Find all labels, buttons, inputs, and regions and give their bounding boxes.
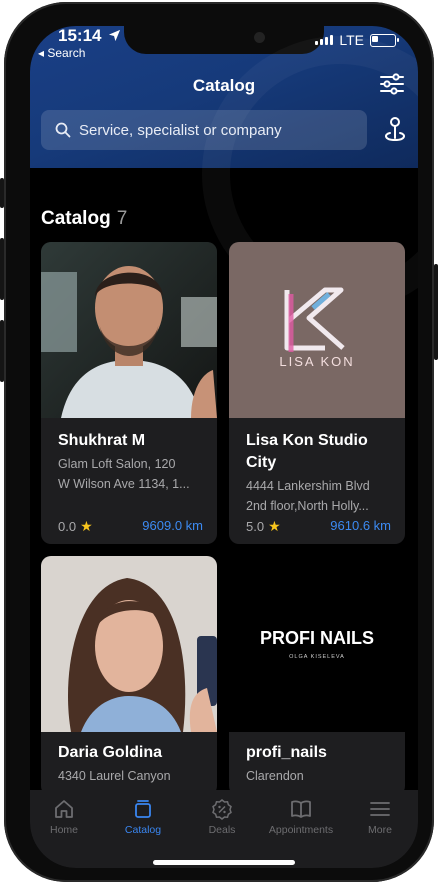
tab-label: More (368, 824, 392, 836)
signal-icon (315, 35, 334, 45)
section-title: Catalog (41, 208, 111, 229)
card-address-line: 2nd floor,North Holly... (246, 499, 369, 513)
specialist-card[interactable]: Daria Goldina 4340 Laurel Canyon (41, 556, 217, 796)
search-input[interactable]: Service, specialist or company (41, 110, 367, 150)
card-address-line: W Wilson Ave 1134, 1... (58, 477, 190, 491)
side-button-volume-up (0, 238, 4, 300)
logo-text: LISA KON (279, 354, 354, 369)
card-address-line: Clarendon (246, 769, 304, 783)
tab-deals[interactable]: Deals (182, 798, 262, 836)
catalog-icon (135, 800, 151, 818)
specialist-photo (41, 556, 217, 732)
filter-button[interactable] (379, 72, 405, 96)
deals-icon (212, 799, 232, 820)
card-name: Daria Goldina (58, 744, 163, 761)
side-button-volume-down (0, 320, 4, 382)
camera (254, 32, 265, 43)
carrier-label: LTE (339, 32, 364, 48)
time-label: 15:14 (58, 26, 102, 45)
logo-main-text: PROFI NAILS (259, 628, 374, 648)
status-time: 15:14 (58, 26, 121, 46)
section-count: 7 (116, 208, 128, 229)
appointments-icon (291, 800, 311, 818)
tab-label: Home (49, 824, 78, 836)
card-name: Lisa Kon Studio City (246, 432, 368, 471)
card-address-line: Glam Loft Salon, 120 (58, 457, 176, 471)
map-pin-icon (385, 117, 405, 142)
card-address-line: 4444 Lankershim Blvd (246, 479, 370, 493)
screen: 15:14 ◂ Search LTE Catalog Service, spec… (30, 26, 418, 868)
card-name: Shukhrat M (58, 432, 146, 449)
page-title: Catalog (192, 76, 256, 95)
tab-home[interactable]: Home (30, 798, 104, 836)
rating-value: 0.0 (58, 519, 77, 534)
card-rating: 0.0 ★ (58, 518, 93, 535)
card-name: profi_nails (246, 744, 327, 761)
notch (124, 26, 324, 54)
home-indicator[interactable] (153, 860, 295, 865)
tab-appointments[interactable]: Appointments (261, 798, 341, 836)
tab-label: Appointments (268, 824, 334, 836)
tab-catalog[interactable]: Catalog (103, 798, 183, 836)
phone-frame: 15:14 ◂ Search LTE Catalog Service, spec… (0, 2, 438, 882)
sliders-icon (380, 73, 404, 95)
location-arrow-icon (109, 29, 121, 42)
side-button-power (434, 264, 438, 360)
specialist-logo: LISA KON (229, 242, 405, 418)
menu-icon (370, 802, 390, 816)
star-icon: ★ (80, 518, 93, 534)
map-button[interactable] (382, 116, 408, 146)
tab-bar: Home Catalog Deals Appointments More (30, 790, 418, 868)
tab-label: Deals (208, 824, 236, 836)
specialist-card[interactable]: Shukhrat M Glam Loft Salon, 120 W Wilson… (41, 242, 217, 544)
specialist-card[interactable]: LISA KON Lisa Kon Studio City 4444 Lanke… (229, 242, 405, 544)
card-distance: 9609.0 km (142, 518, 203, 533)
side-button-mute (0, 178, 4, 208)
rating-value: 5.0 (246, 519, 265, 534)
tab-more[interactable]: More (340, 798, 418, 836)
card-address-line: 4340 Laurel Canyon (58, 769, 171, 783)
logo-sub-text: OLGA KISELEVA (289, 654, 345, 660)
card-rating: 5.0 ★ (246, 518, 281, 535)
header: 15:14 ◂ Search LTE Catalog Service, spec… (30, 26, 418, 312)
card-distance: 9610.6 km (330, 518, 391, 533)
search-icon (55, 122, 71, 138)
home-icon (55, 800, 73, 818)
status-indicators: LTE (315, 32, 399, 48)
back-to-search[interactable]: ◂ Search (38, 46, 85, 60)
tab-label: Catalog (124, 824, 162, 836)
specialist-logo: PROFI NAILS OLGA KISELEVA (229, 556, 405, 732)
battery-icon (370, 33, 399, 47)
star-icon: ★ (268, 518, 281, 534)
search-placeholder: Service, specialist or company (79, 121, 282, 139)
specialist-card[interactable]: PROFI NAILS OLGA KISELEVA profi_nails Cl… (229, 556, 405, 796)
specialist-photo (41, 242, 217, 418)
section-header: Catalog 7 (41, 208, 127, 230)
